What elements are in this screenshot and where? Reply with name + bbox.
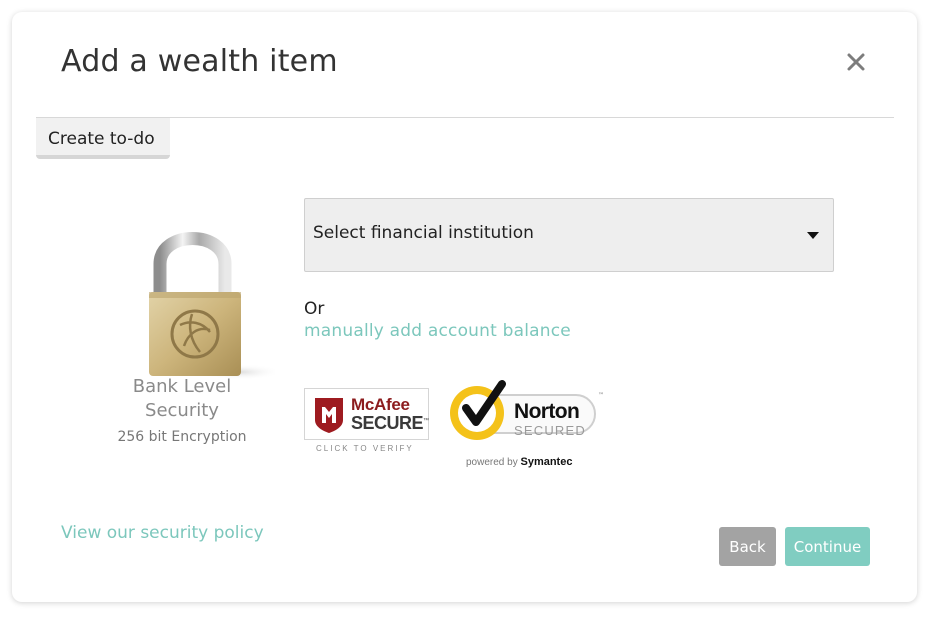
- norton-secured-text: SECURED: [514, 423, 586, 438]
- powered-by-symantec: powered by Symantec: [466, 456, 573, 468]
- caret-down-icon: [807, 232, 819, 239]
- security-policy-link[interactable]: View our security policy: [61, 523, 264, 543]
- mcafee-secure-text: SECURE™: [351, 413, 429, 433]
- mcafee-verify-text: CLICK TO VERIFY: [316, 444, 414, 453]
- padlock-icon: [130, 222, 282, 382]
- add-wealth-item-modal: Add a wealth item Create to-do Bank Leve…: [12, 12, 917, 602]
- financial-institution-select[interactable]: Select financial institution: [304, 198, 834, 272]
- encryption-label: 256 bit Encryption: [117, 429, 247, 445]
- close-icon[interactable]: [844, 50, 868, 74]
- or-label: Or: [304, 299, 325, 319]
- manual-add-balance-link[interactable]: manually add account balance: [304, 321, 571, 341]
- checkmark-icon: [462, 380, 506, 426]
- mcafee-badge-box: McAfee SECURE™: [304, 388, 429, 440]
- select-value: Select financial institution: [313, 223, 534, 243]
- modal-title: Add a wealth item: [61, 44, 338, 79]
- continue-button[interactable]: Continue: [785, 527, 870, 566]
- norton-secured-badge[interactable]: Norton SECURED ™ powered by Symantec: [448, 378, 608, 468]
- create-todo-tab[interactable]: Create to-do: [36, 118, 170, 159]
- mcafee-brand-text: McAfee: [351, 395, 410, 414]
- mcafee-shield-icon: [315, 398, 343, 433]
- bank-level-security-label: Bank Level Security: [132, 376, 232, 421]
- mcafee-secure-badge[interactable]: McAfee SECURE™ CLICK TO VERIFY: [304, 388, 429, 456]
- norton-brand-text: Norton: [514, 400, 580, 423]
- norton-tm: ™: [598, 392, 604, 399]
- back-button[interactable]: Back: [719, 527, 776, 566]
